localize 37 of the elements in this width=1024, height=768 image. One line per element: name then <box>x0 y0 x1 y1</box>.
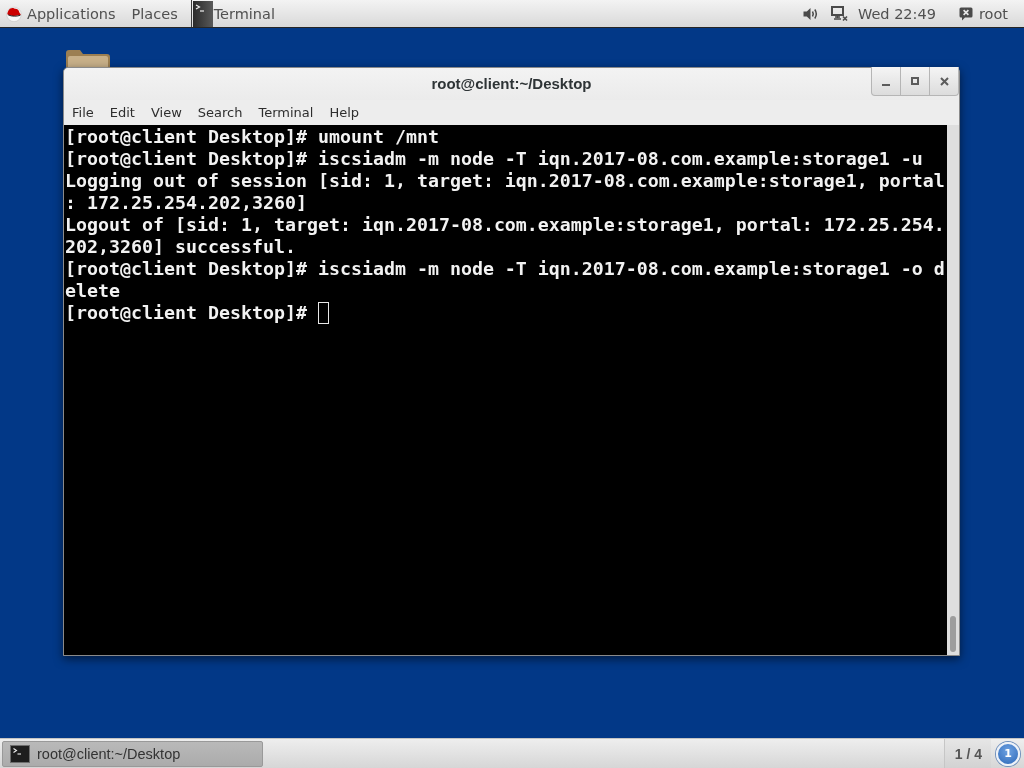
terminal-line: elete <box>65 280 120 302</box>
maximize-icon <box>911 77 919 85</box>
terminal-icon <box>192 0 213 27</box>
terminal-line: [root@client Desktop]# iscsiadm -m node -T iqn.2017-08.com.example:storage1 -u <box>65 148 923 170</box>
terminal-line: [root@client Desktop]# iscsiadm -m node -T iqn.2017-08.com.example:storage1 -o d <box>65 258 945 280</box>
terminal-line: : 172.25.254.202,3260] <box>65 192 307 214</box>
menu-item[interactable]: Terminal <box>250 100 322 125</box>
terminal-icon <box>10 744 30 763</box>
system-menu[interactable] <box>802 5 848 22</box>
terminal-line: Logout of [sid: 1, target: iqn.2017-08.com.example:storage1, portal: 172.25.254. <box>65 214 945 236</box>
menu-item[interactable]: View <box>142 100 190 125</box>
chat-bubble-icon <box>958 6 973 21</box>
user-menu[interactable]: root <box>958 5 1008 22</box>
terminal-line: [root@client Desktop]# <box>65 302 307 324</box>
terminal-line: [root@client Desktop]# umount /mnt <box>65 126 439 148</box>
applications-menu[interactable]: Applications <box>0 0 116 27</box>
menu-item[interactable]: Edit <box>101 100 143 125</box>
terminal-line: 202,3260] successful. <box>65 236 296 258</box>
hat-icon <box>6 5 22 22</box>
scrollbar-thumb[interactable] <box>950 616 956 652</box>
menu-item[interactable]: File <box>64 100 102 125</box>
clock[interactable]: Wed 22:49 <box>857 5 936 22</box>
folder-icon[interactable] <box>66 50 110 67</box>
maximize-button[interactable] <box>900 67 930 96</box>
taskbar-window-button[interactable]: root@client:~/Desktop <box>2 740 263 767</box>
workspace-indicator[interactable]: 1 / 4 <box>943 739 991 768</box>
menu-item[interactable]: Search <box>189 100 251 125</box>
app-menu[interactable]: Terminal <box>192 0 275 27</box>
speaker-icon <box>802 6 819 21</box>
window-title: root@client:~/Desktop <box>431 74 592 92</box>
minimize-icon <box>882 84 890 86</box>
terminal-line: Logging out of session [sid: 1, target: iqn.2017-08.com.example:storage1, portal <box>65 170 945 192</box>
close-button[interactable] <box>929 67 959 96</box>
close-icon <box>939 76 949 86</box>
monitor-icon <box>830 5 848 22</box>
places-menu[interactable]: Places <box>131 0 178 27</box>
menu-item[interactable]: Help <box>321 100 368 125</box>
